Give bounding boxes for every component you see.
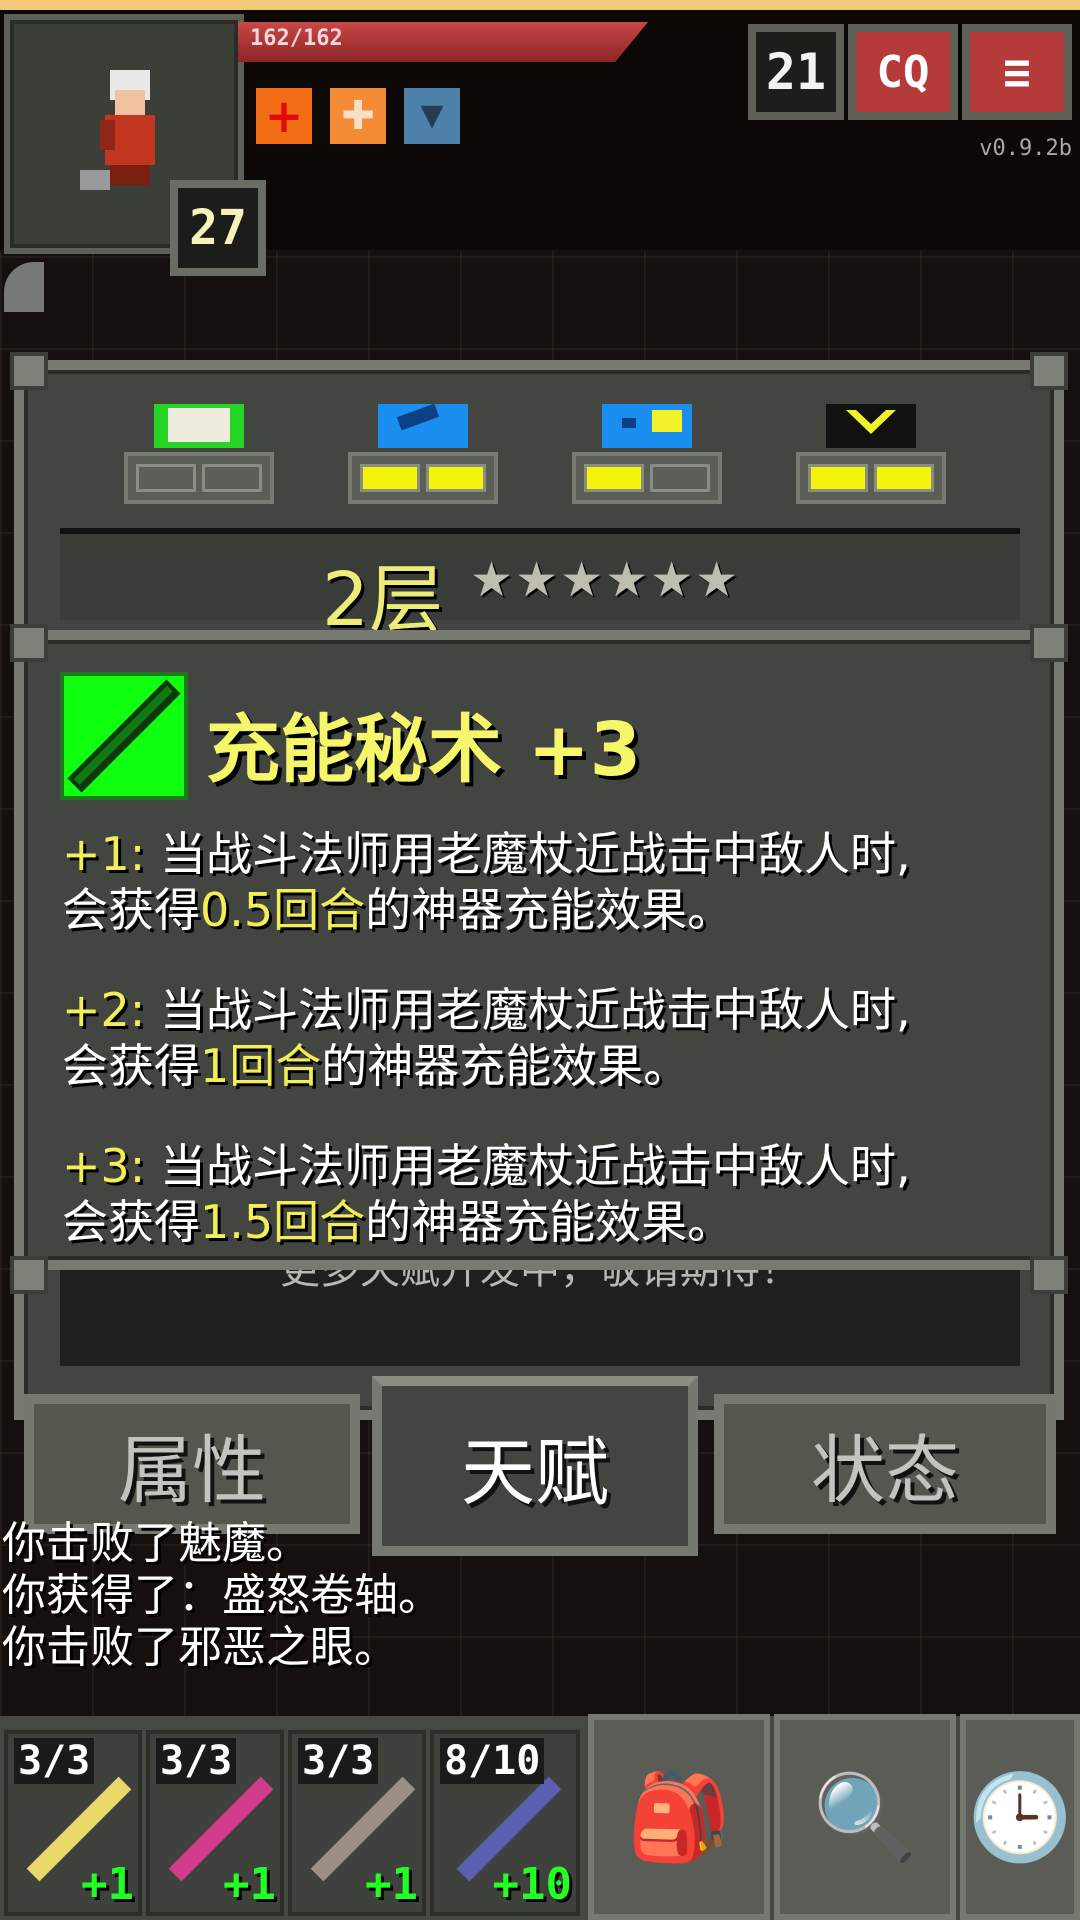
menu-button[interactable]: ≡ bbox=[962, 24, 1072, 120]
shielded-icon[interactable]: ▼ bbox=[404, 88, 460, 144]
quickslot-2[interactable]: 3/3 +1 bbox=[146, 1730, 284, 1916]
popup-corner bbox=[10, 1256, 48, 1294]
quickslot-1[interactable]: 3/3 +1 bbox=[4, 1730, 142, 1916]
popup-corner bbox=[1030, 1256, 1068, 1294]
hp-text: 162/162 bbox=[250, 26, 343, 51]
log-line: 你获得了：盛怒卷轴。 bbox=[2, 1570, 442, 1621]
hero-sprite-icon bbox=[80, 70, 155, 190]
talent-slot[interactable] bbox=[124, 404, 274, 504]
tier-stars: ★★★★★★ bbox=[470, 552, 741, 608]
window-corner bbox=[10, 352, 48, 390]
search-icon[interactable]: 🔍 bbox=[774, 1714, 956, 1920]
wait-clock-icon[interactable]: 🕒 bbox=[960, 1714, 1080, 1920]
log-line: 你击败了邪恶之眼。 bbox=[2, 1622, 398, 1673]
hp-bar: 162/162 bbox=[238, 22, 648, 62]
yellow-chevron-talent-icon bbox=[826, 404, 916, 448]
quickslot-4[interactable]: 8/10 +10 bbox=[430, 1730, 580, 1916]
buff-list: + ✚ ▼ bbox=[256, 88, 460, 144]
quickslot-3[interactable]: 3/3 +1 bbox=[288, 1730, 426, 1916]
blessed-icon[interactable]: ✚ bbox=[330, 88, 386, 144]
talent-slot[interactable] bbox=[348, 404, 498, 504]
version-label: v0.9.2b bbox=[979, 136, 1072, 161]
popup-corner bbox=[10, 624, 48, 662]
staff-talent-icon bbox=[60, 672, 188, 800]
talent-slot[interactable] bbox=[572, 404, 722, 504]
popup-corner bbox=[1030, 624, 1068, 662]
top-edge bbox=[0, 0, 1080, 10]
blue-tome-talent-icon bbox=[602, 404, 692, 448]
talent-slot[interactable] bbox=[796, 404, 946, 504]
talent-title: 充能秘术 +3 bbox=[206, 707, 642, 793]
talent-effect-3: +3: 当战斗法师用老魔杖近战击中敌人时, 会获得1.5回合的神器充能效果。 bbox=[62, 1139, 911, 1249]
talent-effect-2: +2: 当战斗法师用老魔杖近战击中敌人时, 会获得1回合的神器充能效果。 bbox=[62, 983, 911, 1093]
talent-tier-row bbox=[48, 404, 1024, 504]
window-corner bbox=[1030, 352, 1068, 390]
tab-stats[interactable]: 属性 bbox=[24, 1394, 360, 1534]
backpack-icon[interactable]: 🎒 bbox=[588, 1714, 770, 1920]
more-talents-note: 更多天赋开发中，敬请期待！ bbox=[60, 1270, 1020, 1366]
hero-level: 27 bbox=[170, 180, 266, 276]
green-talent-icon bbox=[154, 404, 244, 448]
talent-effect-1: +1: 当战斗法师用老魔杖近战击中敌人时, 会获得0.5回合的神器充能效果。 bbox=[62, 827, 911, 937]
rage-cross-icon[interactable]: + bbox=[256, 88, 312, 144]
tab-status[interactable]: 状态 bbox=[714, 1394, 1056, 1534]
log-line: 你击败了魅魔。 bbox=[2, 1518, 310, 1569]
journal-button[interactable]: CQ bbox=[848, 24, 958, 120]
game-log: 你击败了魅魔。 你获得了：盛怒卷轴。 你击败了邪恶之眼。 bbox=[2, 1518, 442, 1674]
blue-staff-talent-icon bbox=[378, 404, 468, 448]
depth-indicator[interactable]: 21 bbox=[748, 24, 844, 120]
